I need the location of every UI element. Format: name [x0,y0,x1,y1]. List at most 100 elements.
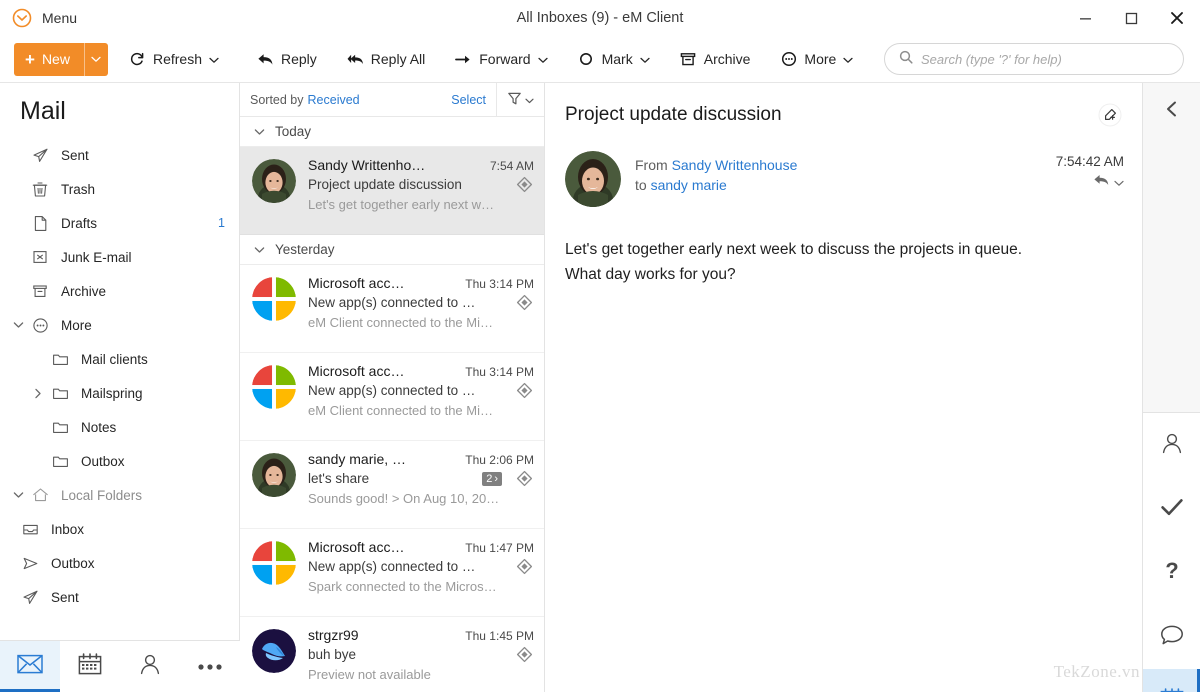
message-time: 7:54:42 AM [1056,154,1124,169]
right-rail-chat[interactable] [1143,605,1200,669]
chevron-right-icon[interactable] [28,388,48,399]
minimize-button[interactable] [1062,0,1108,36]
sidebar-item-label: Sent [42,590,79,605]
right-rail-help[interactable]: ? [1143,541,1200,605]
add-tag-button[interactable] [1096,101,1124,129]
junk-icon [28,249,52,265]
reply-dropdown-button[interactable] [1056,173,1124,192]
flag-icon[interactable] [514,646,534,663]
flag-icon[interactable] [514,294,534,311]
folder-icon [48,386,72,401]
chevron-down-icon[interactable] [640,51,650,67]
right-rail-contacts[interactable] [1143,413,1200,477]
sidebar-item-sent[interactable]: Sent [0,580,239,614]
right-rail-calendar[interactable] [1143,669,1200,692]
forward-icon [455,51,472,68]
search-input[interactable]: Search (type '?' for help) [884,43,1184,75]
message-list-item[interactable]: Microsoft acc…Thu 1:47 PMNew app(s) conn… [240,529,544,617]
question-icon: ? [1163,559,1181,588]
window-title: All Inboxes (9) - eM Client [0,10,1200,26]
message-preview: eM Client connected to the Mi… [308,403,534,418]
sidebar-item-inbox[interactable]: Inbox [0,512,239,546]
sidebar-item-archive[interactable]: Archive [0,274,239,308]
close-button[interactable] [1154,0,1200,36]
flag-icon[interactable] [514,470,534,487]
thread-count-badge[interactable]: 2› [482,472,502,486]
from-name[interactable]: Sandy Writtenhouse [672,157,798,173]
message-sender: Microsoft acc… [308,275,404,291]
sidebar-item-more[interactable]: More [0,308,239,342]
chevron-down-icon[interactable] [8,491,28,499]
reply-all-button[interactable]: Reply All [338,41,434,77]
sidebar-item-trash[interactable]: Trash [0,172,239,206]
collapse-panel-button[interactable] [1162,99,1182,412]
sender-avatar [565,151,621,207]
message-list-item[interactable]: strgzr99Thu 1:45 PMbuh byePreview not av… [240,617,544,692]
message-list-item[interactable]: Microsoft acc…Thu 3:14 PMNew app(s) conn… [240,265,544,353]
archive-button[interactable]: Archive [671,41,760,77]
sidebar-item-outbox[interactable]: Outbox [0,444,239,478]
message-list-item[interactable]: sandy marie, …Thu 2:06 PMlet's share2›So… [240,441,544,529]
new-dropdown-button[interactable] [84,43,108,76]
new-button[interactable]: + New [14,43,108,76]
forward-button[interactable]: Forward [446,41,556,77]
message-sender: strgzr99 [308,627,359,643]
bottom-nav-bar [0,640,240,692]
message-body: Let's get together early next week to di… [545,207,1142,287]
flag-icon[interactable] [514,558,534,575]
chevron-down-icon[interactable] [525,93,534,107]
sort-field-button[interactable]: Received [308,93,360,107]
sorted-by-label: Sorted by [250,93,304,107]
avatar [252,159,296,203]
reply-icon [257,51,274,68]
group-label: Today [275,124,311,139]
chevron-down-icon [1114,174,1124,192]
sidebar-item-sent[interactable]: Sent [0,138,239,172]
avatar [252,277,296,321]
chevron-down-icon[interactable] [843,51,853,67]
message-list-item[interactable]: Sandy Writtenho…7:54 AMProject update di… [240,147,544,235]
to-name[interactable]: sandy marie [651,177,727,193]
chevron-down-icon[interactable] [8,321,28,329]
to-label: to [635,177,647,193]
refresh-button[interactable]: Refresh [120,41,228,77]
maximize-button[interactable] [1108,0,1154,36]
filter-button[interactable] [496,83,544,117]
sidebar-item-junk-e-mail[interactable]: Junk E-mail [0,240,239,274]
new-button-label: New [42,51,70,67]
message-sender: Microsoft acc… [308,363,404,379]
bottom-nav-calendar[interactable] [60,641,120,692]
new-button-main[interactable]: + New [14,43,84,76]
select-button[interactable]: Select [451,93,496,107]
chevron-down-icon[interactable] [254,242,265,257]
message-preview: Spark connected to the Micros… [308,579,534,594]
reply-button[interactable]: Reply [248,41,326,77]
sidebar-item-notes[interactable]: Notes [0,410,239,444]
bottom-nav-mail[interactable] [0,641,60,692]
sidebar-item-local-folders[interactable]: Local Folders [0,478,239,512]
sidebar-item-outbox[interactable]: Outbox [0,546,239,580]
right-rail-top [1143,83,1200,413]
message-group-header[interactable]: Today [240,117,544,147]
right-rail-tasks[interactable] [1143,477,1200,541]
chevron-down-icon[interactable] [209,51,219,67]
sidebar-item-mailspring[interactable]: Mailspring [0,376,239,410]
folder-icon [48,352,72,367]
chevron-down-icon[interactable] [254,124,265,139]
message-group-header[interactable]: Yesterday [240,235,544,265]
bottom-nav-contacts[interactable] [120,641,180,692]
avatar [252,453,296,497]
message-preview: Sounds good! > On Aug 10, 20… [308,491,534,506]
message-preview: Preview not available [308,667,534,682]
search-placeholder: Search (type '?' for help) [921,52,1062,67]
bottom-nav-more[interactable] [180,641,240,692]
sidebar-item-mail-clients[interactable]: Mail clients [0,342,239,376]
flag-icon[interactable] [514,176,534,193]
chevron-down-icon[interactable] [538,51,548,67]
more-button[interactable]: More [771,41,862,77]
mark-button[interactable]: Mark [569,41,659,77]
reading-from-row: From Sandy Writtenhouse to sandy marie 7… [545,129,1142,207]
sidebar-item-drafts[interactable]: Drafts1 [0,206,239,240]
message-list-item[interactable]: Microsoft acc…Thu 3:14 PMNew app(s) conn… [240,353,544,441]
flag-icon[interactable] [514,382,534,399]
